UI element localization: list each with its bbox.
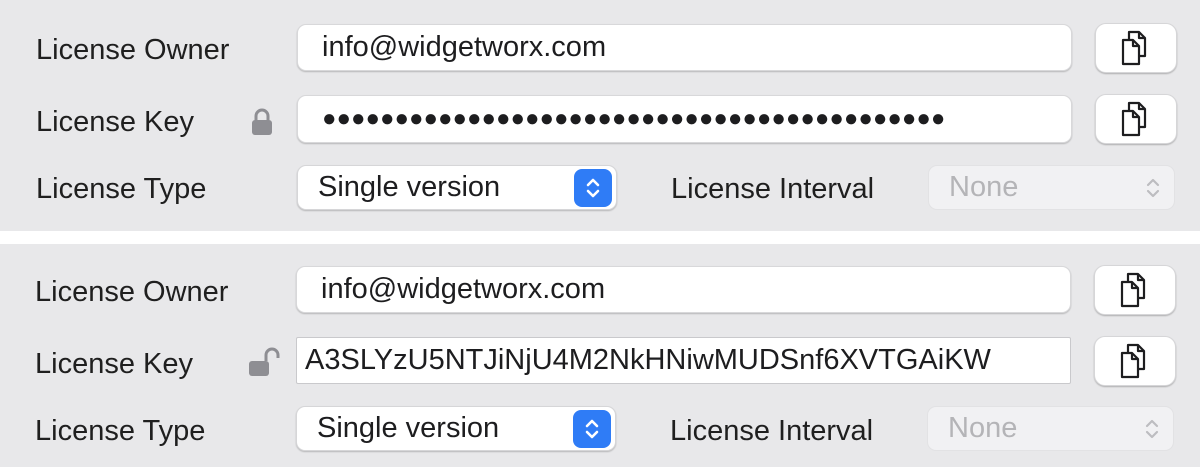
- license-interval-value: None: [948, 412, 1018, 444]
- license-key-field-masked[interactable]: ●●●●●●●●●●●●●●●●●●●●●●●●●●●●●●●●●●●●●●●●…: [297, 95, 1072, 143]
- license-type-popup[interactable]: Single version: [296, 406, 616, 451]
- license-type-value: Single version: [318, 171, 501, 203]
- copy-owner-button[interactable]: [1094, 265, 1176, 315]
- copy-key-button[interactable]: [1095, 94, 1177, 144]
- license-owner-value: info@widgetworx.com: [322, 31, 607, 63]
- license-interval-popup[interactable]: None: [928, 165, 1175, 210]
- license-key-field[interactable]: A3SLYzU5NTJiNjU4M2NkHNiwMUDSnf6XVTGAiKW: [296, 337, 1071, 384]
- chevron-updown-icon: [1138, 176, 1168, 200]
- copy-key-button[interactable]: [1094, 336, 1176, 386]
- license-owner-field[interactable]: info@widgetworx.com: [297, 24, 1072, 71]
- license-owner-label: License Owner: [36, 34, 230, 66]
- copy-icon: [1121, 30, 1147, 66]
- copy-icon: [1120, 272, 1146, 308]
- lock-closed-icon[interactable]: [249, 107, 275, 137]
- chevron-updown-icon: [573, 409, 611, 448]
- license-type-value: Single version: [317, 412, 500, 444]
- license-panel-unlocked: License Owner info@widgetworx.com Licens…: [0, 244, 1200, 467]
- license-type-label: License Type: [35, 415, 206, 447]
- copy-owner-button[interactable]: [1095, 23, 1177, 73]
- license-owner-value: info@widgetworx.com: [321, 273, 606, 305]
- chevron-updown-icon: [1137, 417, 1167, 441]
- license-key-masked-value: ●●●●●●●●●●●●●●●●●●●●●●●●●●●●●●●●●●●●●●●●…: [322, 105, 946, 132]
- license-interval-label: License Interval: [670, 415, 874, 447]
- license-interval-popup[interactable]: None: [927, 406, 1174, 451]
- license-type-label: License Type: [36, 173, 207, 205]
- license-owner-field[interactable]: info@widgetworx.com: [296, 266, 1071, 313]
- license-owner-label: License Owner: [35, 276, 229, 308]
- license-key-label: License Key: [35, 348, 193, 380]
- license-interval-label: License Interval: [671, 173, 875, 205]
- lock-open-icon[interactable]: [247, 345, 281, 379]
- chevron-updown-icon: [574, 168, 612, 207]
- copy-icon: [1121, 101, 1147, 137]
- license-panel-locked: License Owner info@widgetworx.com Licens…: [0, 0, 1200, 231]
- license-key-label: License Key: [36, 106, 194, 138]
- copy-icon: [1120, 343, 1146, 379]
- license-key-value: A3SLYzU5NTJiNjU4M2NkHNiwMUDSnf6XVTGAiKW: [305, 344, 991, 376]
- license-type-popup[interactable]: Single version: [297, 165, 617, 210]
- license-interval-value: None: [949, 171, 1019, 203]
